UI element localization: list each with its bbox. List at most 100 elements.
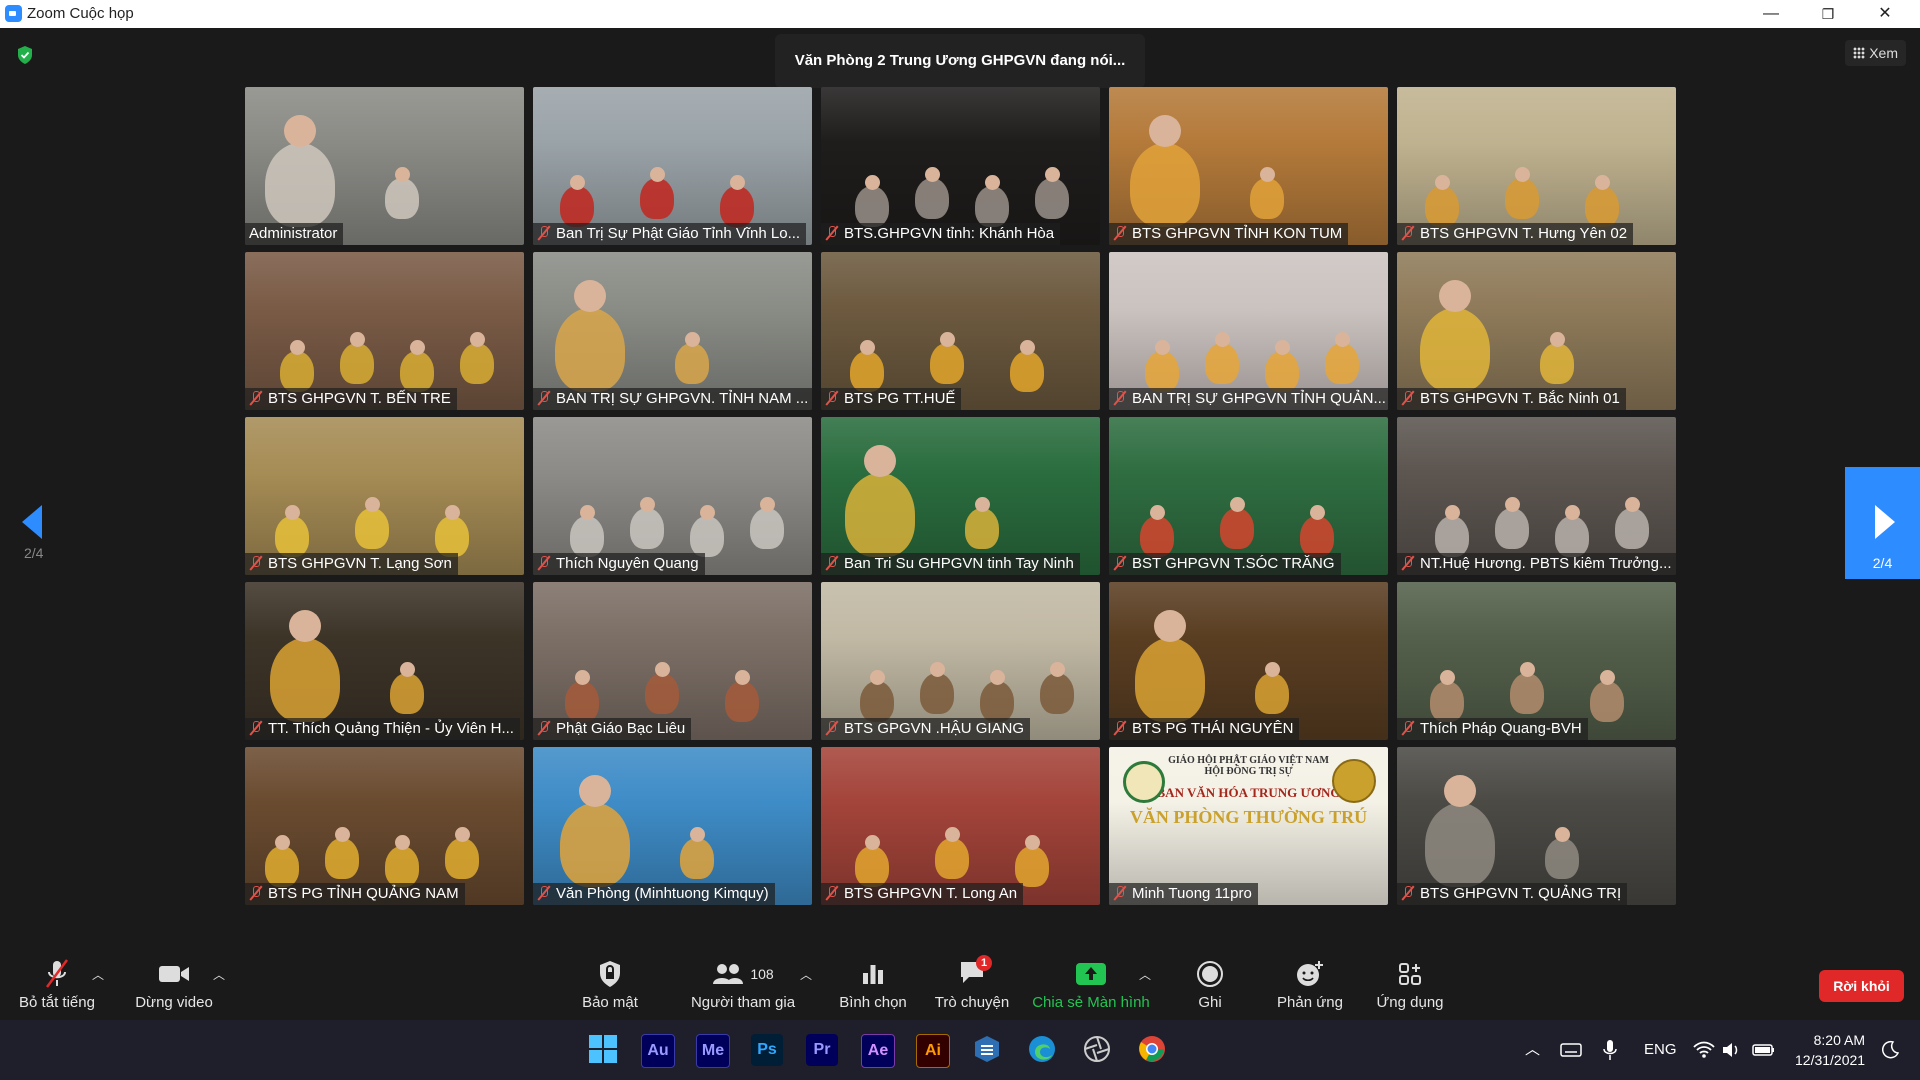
participant-video-tile[interactable]: NT.Huệ Hương. PBTS kiêm Trưởng...: [1397, 417, 1676, 575]
circle-app[interactable]: [1081, 1034, 1113, 1066]
video-figure-head: [654, 662, 670, 678]
participant-video-tile[interactable]: BAN TRỊ SỰ GHPGVN. TỈNH NAM ...: [533, 252, 812, 410]
participant-video-tile[interactable]: Thích Pháp Quang-BVH: [1397, 582, 1676, 740]
leave-meeting-button[interactable]: Rời khỏi: [1819, 970, 1904, 1002]
participant-nameplate: Phật Giáo Bạc Liêu: [533, 718, 692, 740]
audition-app[interactable]: Au: [641, 1034, 675, 1068]
record-button[interactable]: Ghi: [1180, 958, 1240, 1011]
share-screen-button[interactable]: Chia sẻ Màn hình: [1030, 958, 1152, 1011]
reactions-button[interactable]: Phản ứng: [1270, 958, 1350, 1011]
participant-video-tile[interactable]: Văn Phòng (Minhtuong Kimquy): [533, 747, 812, 905]
input-language[interactable]: ENG: [1644, 1041, 1677, 1058]
microphone-muted-icon: [1113, 390, 1127, 406]
participant-video-tile[interactable]: BTS GHPGVN T. Bắc Ninh 01: [1397, 252, 1676, 410]
video-figure-head: [1019, 340, 1035, 356]
video-figure-head: [284, 505, 300, 521]
close-button[interactable]: ✕: [1857, 0, 1913, 28]
microphone-muted-icon: [825, 225, 839, 241]
participant-video-tile[interactable]: BST GHPGVN T.SÓC TRĂNG: [1109, 417, 1388, 575]
video-figure-head: [579, 775, 611, 807]
participant-video-tile[interactable]: BAN TRỊ SỰ GHPGVN TỈNH QUẢN...: [1109, 252, 1388, 410]
clock-date[interactable]: 12/31/2021: [1795, 1050, 1865, 1070]
video-figure: [390, 673, 424, 714]
encryption-shield-icon[interactable]: [16, 45, 34, 65]
focus-assist-moon-icon[interactable]: [1880, 1040, 1900, 1060]
video-figure: [1495, 508, 1529, 549]
premiere-app[interactable]: Pr: [806, 1034, 838, 1066]
video-figure-head: [1024, 835, 1040, 851]
volume-icon[interactable]: [1722, 1041, 1742, 1059]
keyboard-icon[interactable]: [1560, 1042, 1582, 1058]
participant-video-tile[interactable]: BTS PG TỈNH QUẢNG NAM: [245, 747, 524, 905]
microphone-tray-icon[interactable]: [1603, 1039, 1617, 1061]
windows-start-button[interactable]: [587, 1034, 619, 1066]
video-figure-head: [859, 340, 875, 356]
media-encoder-app[interactable]: Me: [696, 1034, 730, 1068]
video-figure-head: [574, 670, 590, 686]
participant-video-tile[interactable]: TT. Thích Quảng Thiện - Ủy Viên H...: [245, 582, 524, 740]
unmute-button[interactable]: Bỏ tắt tiếng: [12, 958, 102, 1011]
participant-video-tile[interactable]: BTS PG TT.HUẾ: [821, 252, 1100, 410]
bar-chart-icon: [863, 965, 883, 984]
microphone-muted-icon: [1401, 390, 1415, 406]
video-figure-head: [974, 497, 990, 513]
photoshop-app[interactable]: Ps: [751, 1034, 783, 1066]
edge-browser-app[interactable]: [1026, 1034, 1058, 1066]
video-figure: [640, 178, 674, 219]
participant-nameplate: BTS GHPGVN T. Hưng Yên 02: [1397, 223, 1634, 245]
apps-button[interactable]: Ứng dụng: [1370, 958, 1450, 1011]
participant-nameplate: BTS GPGVN .HẬU GIANG: [821, 718, 1031, 740]
participant-nameplate: Thích Nguyên Quang: [533, 553, 705, 575]
cube-app[interactable]: [971, 1034, 1003, 1066]
security-button[interactable]: Bảo mật: [570, 958, 650, 1011]
emblem-logo: [1332, 759, 1376, 803]
participant-video-tile[interactable]: BTS GHPGVN TỈNH KON TUM: [1109, 87, 1388, 245]
view-button[interactable]: Xem: [1845, 40, 1906, 66]
participant-video-tile[interactable]: BTS.GHPGVN tỉnh: Khánh Hòa: [821, 87, 1100, 245]
chrome-browser-app[interactable]: [1136, 1034, 1168, 1066]
participant-video-tile[interactable]: BTS GHPGVN T. Lạng Sơn: [245, 417, 524, 575]
clock-time[interactable]: 8:20 AM: [1795, 1030, 1865, 1050]
participant-name: Thích Nguyên Quang: [556, 555, 699, 572]
participants-button[interactable]: 108 Người tham gia: [683, 958, 803, 1011]
video-figure: [1140, 516, 1174, 557]
participant-video-tile[interactable]: Thích Nguyên Quang: [533, 417, 812, 575]
participant-video-tile[interactable]: BTS GHPGVN T. Long An: [821, 747, 1100, 905]
participant-video-tile[interactable]: BTS PG THÁI NGUYÊN: [1109, 582, 1388, 740]
video-figure: [975, 186, 1009, 227]
share-options-caret-icon[interactable]: ︿: [1139, 966, 1151, 983]
stop-video-button[interactable]: Dừng video: [128, 958, 220, 1011]
security-label: Bảo mật: [582, 994, 638, 1011]
after-effects-app[interactable]: Ae: [861, 1034, 895, 1068]
video-figure-head: [394, 167, 410, 183]
participant-video-tile[interactable]: BTS GHPGVN T. Hưng Yên 02: [1397, 87, 1676, 245]
view-button-label: Xem: [1869, 45, 1898, 61]
video-figure-head: [394, 835, 410, 851]
restore-button[interactable]: ❐: [1800, 0, 1856, 28]
show-hidden-icons-caret-icon[interactable]: ︿: [1525, 1038, 1540, 1059]
participant-video-tile[interactable]: Administrator: [245, 87, 524, 245]
video-figure-head: [1154, 610, 1186, 642]
audio-options-caret-icon[interactable]: ︿: [92, 966, 104, 983]
next-page-button[interactable]: 2/4: [1845, 467, 1920, 579]
polls-button[interactable]: Bình chọn: [833, 958, 913, 1011]
participant-nameplate: BTS PG THÁI NGUYÊN: [1109, 718, 1300, 740]
video-figure: [1510, 673, 1544, 714]
previous-page-button[interactable]: 2/4: [22, 505, 48, 561]
participant-video-tile[interactable]: BTS GHPGVN T. QUẢNG TRỊ: [1397, 747, 1676, 905]
video-figure-head: [864, 175, 880, 191]
participants-caret-icon[interactable]: ︿: [800, 966, 812, 983]
video-options-caret-icon[interactable]: ︿: [213, 966, 225, 983]
participant-video-tile[interactable]: Ban Trị Sự Phật Giáo Tỉnh Vĩnh Lo...: [533, 87, 812, 245]
participant-video-tile[interactable]: GIÁO HỘI PHẬT GIÁO VIỆT NAM HỘI ĐỒNG TRỊ …: [1109, 747, 1388, 905]
battery-icon[interactable]: [1752, 1042, 1776, 1058]
wifi-icon[interactable]: [1693, 1041, 1715, 1059]
participant-video-tile[interactable]: BTS GPGVN .HẬU GIANG: [821, 582, 1100, 740]
minimize-button[interactable]: —: [1743, 0, 1799, 28]
chat-button[interactable]: 1 Trò chuyện: [932, 955, 1012, 1011]
participant-video-tile[interactable]: Ban Tri Su GHPGVN tinh Tay Ninh: [821, 417, 1100, 575]
unmute-label: Bỏ tắt tiếng: [19, 994, 95, 1011]
illustrator-app[interactable]: Ai: [916, 1034, 950, 1068]
participant-video-tile[interactable]: BTS GHPGVN T. BẾN TRE: [245, 252, 524, 410]
participant-video-tile[interactable]: Phật Giáo Bạc Liêu: [533, 582, 812, 740]
